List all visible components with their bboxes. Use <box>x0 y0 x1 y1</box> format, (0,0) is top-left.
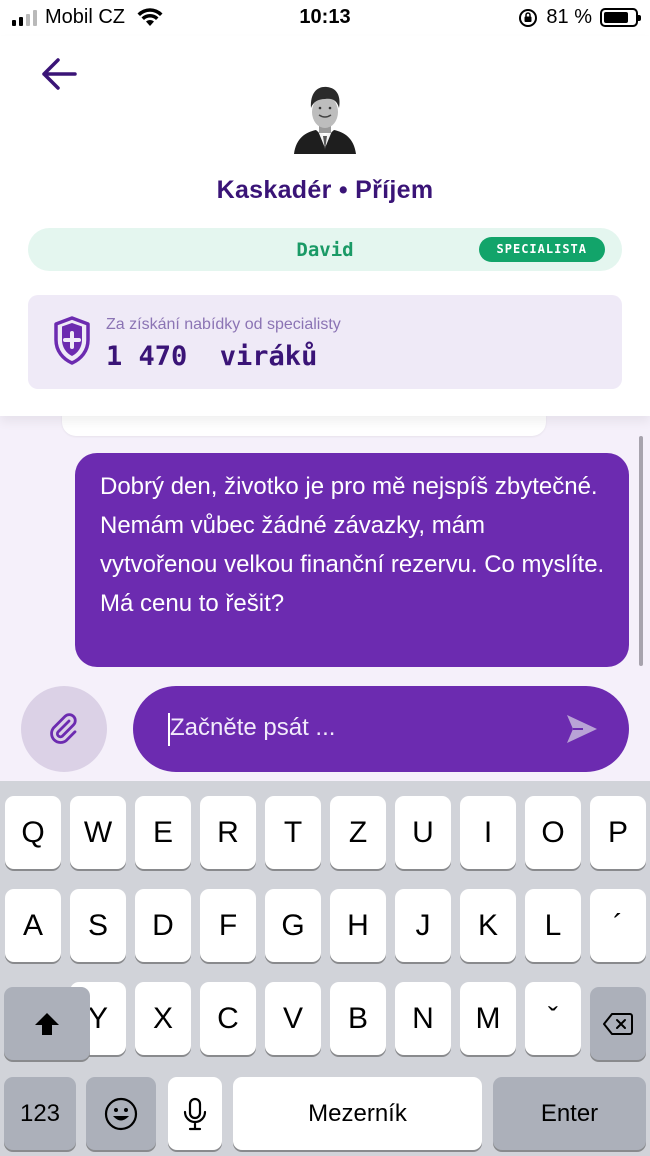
enter-key[interactable]: Enter <box>493 1077 646 1150</box>
key-row1-4[interactable]: T <box>265 796 321 869</box>
specialist-badge: SPECIALISTA <box>478 237 605 262</box>
key-row3-3[interactable]: V <box>265 982 321 1055</box>
key-row1-2[interactable]: E <box>135 796 191 869</box>
paperclip-icon <box>50 713 77 744</box>
key-row3-7[interactable]: ˇ <box>525 982 581 1055</box>
reward-card: Za získání nabídky od specialisty 1 470 … <box>28 295 622 389</box>
status-bar: Mobil CZ 10:13 81 % <box>0 0 650 36</box>
key-row2-3[interactable]: F <box>200 889 256 962</box>
shield-plus-icon <box>54 316 90 365</box>
microphone-icon <box>183 1097 207 1130</box>
key-row1-1[interactable]: W <box>70 796 126 869</box>
space-key[interactable]: Mezerník <box>233 1077 482 1150</box>
key-row1-3[interactable]: R <box>200 796 256 869</box>
chat-scrollbar[interactable] <box>639 436 643 666</box>
key-row3-1[interactable]: X <box>135 982 191 1055</box>
status-right: 81 % <box>518 6 641 29</box>
key-row2-5[interactable]: H <box>330 889 386 962</box>
key-row2-7[interactable]: K <box>460 889 516 962</box>
message-input-placeholder: Začněte psát ... <box>170 714 336 741</box>
message-input[interactable]: Začněte psát ... <box>133 686 629 772</box>
key-row3-4[interactable]: B <box>330 982 386 1055</box>
battery-icon <box>600 8 641 27</box>
shift-key[interactable] <box>4 987 90 1060</box>
key-row2-8[interactable]: L <box>525 889 581 962</box>
key-row3-5[interactable]: N <box>395 982 451 1055</box>
key-row1-7[interactable]: I <box>460 796 516 869</box>
emoji-key[interactable] <box>86 1077 156 1150</box>
key-row1-6[interactable]: U <box>395 796 451 869</box>
attach-button[interactable] <box>21 686 107 772</box>
specialist-bar: David SPECIALISTA <box>28 228 622 271</box>
reward-label: Za získání nabídky od specialisty <box>106 316 341 333</box>
shift-icon <box>35 1012 59 1035</box>
orientation-lock-icon <box>519 8 538 27</box>
key-row2-1[interactable]: S <box>70 889 126 962</box>
key-row1-5[interactable]: Z <box>330 796 386 869</box>
numbers-key[interactable]: 123 <box>4 1077 76 1150</box>
keyboard: QWERTZUIOP A S D F G H J K L ´ YXCVBNMˇ 123 Mezer… <box>0 781 650 1156</box>
previous-message-bubble <box>62 416 546 436</box>
specialist-avatar <box>294 86 356 154</box>
backspace-key[interactable] <box>590 987 646 1060</box>
user-message-bubble: Dobrý den, životko je pro mě nejspíš zby… <box>75 453 629 667</box>
battery-percent: 81 % <box>546 6 592 28</box>
emoji-icon <box>104 1097 138 1130</box>
key-row1-8[interactable]: O <box>525 796 581 869</box>
reward-amount: 1 470 viráků <box>106 341 318 372</box>
backspace-icon <box>603 1012 633 1035</box>
key-row3-6[interactable]: M <box>460 982 516 1055</box>
key-row1-0[interactable]: Q <box>5 796 61 869</box>
microphone-key[interactable] <box>168 1077 222 1150</box>
key-row2-9[interactable]: ´ <box>590 889 646 962</box>
key-row2-4[interactable]: G <box>265 889 321 962</box>
key-row2-6[interactable]: J <box>395 889 451 962</box>
key-row1-9[interactable]: P <box>590 796 646 869</box>
battery-fill <box>604 12 629 23</box>
chat-area[interactable]: Dobrý den, životko je pro mě nejspíš zby… <box>0 416 650 781</box>
key-row2-0[interactable]: A <box>5 889 61 962</box>
chat-header: Kaskadér • Příjem David SPECIALISTA Za z… <box>0 36 650 416</box>
back-arrow-icon[interactable] <box>40 56 80 92</box>
page-title: Kaskadér • Příjem <box>216 176 434 204</box>
send-icon[interactable] <box>565 713 599 745</box>
key-row3-2[interactable]: C <box>200 982 256 1055</box>
key-row2-2[interactable]: D <box>135 889 191 962</box>
